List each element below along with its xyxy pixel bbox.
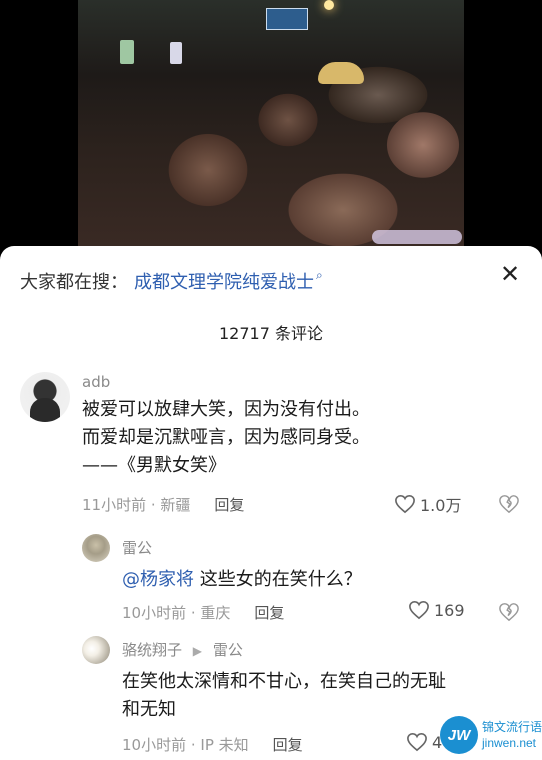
comments-count: 12717 条评论 [219,324,323,343]
watermark-url: jinwen.net [481,736,537,750]
heart-icon [395,494,415,514]
reply-line: 在笑他太深情和不甘心，在笑自己的无耻 [122,671,446,692]
reply-to-username[interactable]: 雷公 [213,641,243,659]
comment-time-location: 11小时前 · 新疆 [82,496,191,514]
search-query-link[interactable]: 成都文理学院纯爱战士 [134,268,314,294]
reply-meta: 10小时前 · IP 未知 回复 [122,734,303,755]
raised-phone [120,40,134,64]
comment-username[interactable]: adb [82,372,530,392]
comment-line: 被爱可以放肆大笑，因为没有付出。 [82,399,370,420]
comment-item: adb 被爱可以放肆大笑，因为没有付出。 而爱却是沉默哑言，因为感同身受。 ——… [20,372,530,522]
watermark-name: 锦文流行语 [481,720,542,734]
comment-meta: 11小时前 · 新疆 回复 [82,494,244,515]
reply-username[interactable]: 骆统翔子 [122,641,182,659]
raised-phone [170,42,182,64]
video-frame[interactable] [78,0,464,250]
reply-line: 和无知 [122,699,176,720]
close-icon[interactable]: ✕ [496,260,524,288]
reply-button[interactable]: 回复 [254,602,284,623]
like-count: 1.0万 [420,496,462,515]
heart-icon [409,600,429,620]
reply-button[interactable]: 回复 [273,734,303,755]
reply-username[interactable]: 雷公 [122,538,152,558]
reply-item: 雷公 @杨家将 这些女的在笑什么？ 10小时前 · 重庆 回复 169 [20,534,530,624]
reply-header: 骆统翔子 ▶ 雷公 [122,640,243,661]
like-button[interactable]: 1.0万 [394,492,461,516]
avatar[interactable] [20,372,70,422]
watermark-logo: JW [439,716,478,754]
watermark: JW 锦文流行语 jinwen.net [439,716,542,754]
comments-sheet: 大家都在搜： 成都文理学院纯爱战士 ⌕ ✕ 12717 条评论 adb 被爱可以… [0,246,542,760]
avatar[interactable] [82,534,110,562]
reply-text: 在笑他太深情和不甘心，在笑自己的无耻 和无知 [122,668,446,724]
reply-meta: 10小时前 · 重庆 回复 [122,602,284,623]
search-prefix: 大家都在搜： [20,272,128,293]
comment-line: ——《男默女笑》 [82,455,226,476]
mention-link[interactable]: @杨家将 [122,569,194,590]
reply-arrow-icon: ▶ [192,644,203,658]
reply-time-location: 10小时前 · IP 未知 [122,736,249,754]
reply-button[interactable]: 回复 [214,494,244,515]
dislike-icon[interactable] [498,602,520,622]
blurred-mark [372,230,462,244]
heart-icon [407,732,427,752]
search-suggestion[interactable]: 大家都在搜： 成都文理学院纯爱战士 ⌕ [20,266,323,296]
comment-line: 而爱却是沉默哑言，因为感同身受。 [82,427,370,448]
reply-time-location: 10小时前 · 重庆 [122,604,231,622]
search-icon: ⌕ [316,267,323,282]
street-sign [266,8,308,30]
street-light [324,0,334,10]
reply-text: @杨家将 这些女的在笑什么？ [122,566,362,594]
like-count: 169 [434,600,465,620]
comment-text: 被爱可以放肆大笑，因为没有付出。 而爱却是沉默哑言，因为感同身受。 ——《男默女… [82,396,530,480]
avatar[interactable] [82,636,110,664]
dislike-icon[interactable] [498,494,520,514]
yellow-cap [318,62,364,84]
like-button[interactable]: 169 [408,600,465,620]
reply-content: 这些女的在笑什么？ [199,569,362,590]
